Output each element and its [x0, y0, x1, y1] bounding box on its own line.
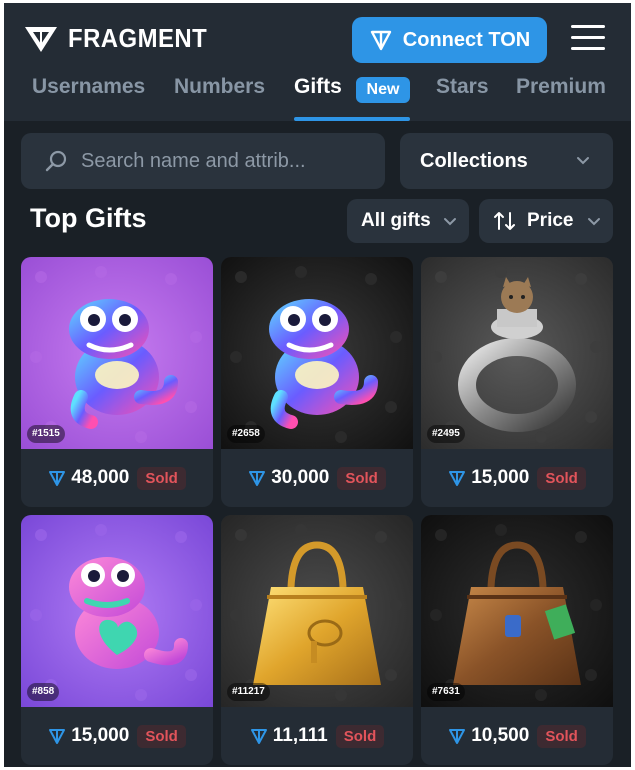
- gift-price-value: 10,500: [471, 725, 530, 746]
- search-icon: [45, 150, 67, 172]
- ton-icon: [370, 30, 391, 51]
- gift-number: #11217: [227, 683, 270, 701]
- ton-icon: [49, 729, 66, 744]
- gift-number: #7631: [427, 683, 465, 701]
- sort-icon: [494, 212, 515, 230]
- gift-card[interactable]: #11217 11,111 Sold: [221, 515, 413, 765]
- search-box[interactable]: [21, 133, 385, 189]
- logo-text: FRAGMENT: [68, 23, 208, 53]
- plush-pepe-image: [221, 257, 413, 449]
- tab-numbers[interactable]: Numbers: [174, 75, 265, 99]
- gift-card[interactable]: #2495 15,000 Sold: [421, 257, 613, 507]
- tab-premium[interactable]: Premium: [516, 75, 606, 99]
- gift-price-value: 11,111: [272, 725, 328, 746]
- gift-price-value: 30,000: [271, 467, 330, 488]
- tab-stars[interactable]: Stars: [436, 75, 489, 99]
- nav-tabs: Usernames Numbers Gifts New Stars Premiu…: [4, 69, 631, 121]
- sold-badge: Sold: [537, 466, 586, 490]
- gift-card[interactable]: #1515 48,000 Sold: [21, 257, 213, 507]
- chevron-down-icon: [444, 218, 456, 226]
- section-title: Top Gifts: [30, 203, 147, 233]
- gift-price: 10,500: [448, 725, 529, 747]
- app-frame: FRAGMENT Connect TON Usernames Numbers G…: [4, 3, 631, 767]
- ton-icon: [449, 729, 466, 744]
- header: FRAGMENT Connect TON Usernames Numbers G…: [4, 3, 631, 121]
- gift-card[interactable]: #7631 10,500 Sold: [421, 515, 613, 765]
- search-input[interactable]: [81, 143, 371, 179]
- logo[interactable]: FRAGMENT: [24, 23, 219, 54]
- chevron-down-icon: [577, 157, 589, 165]
- sold-badge: Sold: [335, 724, 385, 748]
- gold-handbag-image: [221, 515, 413, 707]
- price-row: 48,000 Sold: [21, 449, 213, 507]
- connect-ton-button[interactable]: Connect TON: [352, 17, 547, 63]
- price-row: 11,111 Sold: [221, 707, 413, 765]
- ton-icon: [249, 471, 266, 486]
- price-row: 15,000 Sold: [21, 707, 213, 765]
- price-sort[interactable]: Price: [479, 199, 613, 243]
- price-row: 10,500 Sold: [421, 707, 613, 765]
- gift-number: #858: [27, 683, 60, 701]
- sold-badge: Sold: [537, 724, 586, 748]
- gift-price-value: 15,000: [471, 467, 530, 488]
- gift-card[interactable]: #2658 30,000 Sold: [221, 257, 413, 507]
- ton-icon: [49, 471, 66, 486]
- all-gifts-filter[interactable]: All gifts: [347, 199, 469, 243]
- chevron-down-icon: [588, 218, 600, 226]
- sold-badge: Sold: [337, 466, 386, 490]
- gift-number: #2495: [427, 425, 465, 443]
- gift-price: 11,111: [250, 725, 328, 747]
- gift-price-value: 48,000: [71, 467, 130, 488]
- tab-usernames[interactable]: Usernames: [32, 75, 145, 99]
- active-tab-indicator: [294, 117, 410, 121]
- sold-badge: Sold: [137, 466, 186, 490]
- gift-number: #2658: [227, 425, 265, 443]
- new-badge: New: [356, 77, 410, 103]
- tab-gifts[interactable]: Gifts: [294, 75, 342, 99]
- price-row: 30,000 Sold: [221, 449, 413, 507]
- ton-icon: [250, 729, 267, 744]
- collections-label: Collections: [420, 150, 528, 172]
- gift-number: #1515: [27, 425, 65, 443]
- gift-price-value: 15,000: [71, 725, 130, 746]
- collections-dropdown[interactable]: Collections: [400, 133, 613, 189]
- price-row: 15,000 Sold: [421, 449, 613, 507]
- pink-pepe-with-heart-image: [21, 515, 213, 707]
- gift-price: 15,000: [48, 725, 129, 747]
- ton-icon: [449, 471, 466, 486]
- gift-card[interactable]: #858 15,000 Sold: [21, 515, 213, 765]
- all-gifts-label: All gifts: [361, 210, 431, 231]
- ring-with-cat-image: [421, 257, 613, 449]
- gift-price: 15,000: [448, 467, 529, 489]
- fragment-logo-icon: [25, 26, 57, 52]
- price-sort-label: Price: [527, 210, 574, 231]
- plush-pepe-image: [21, 257, 213, 449]
- sold-badge: Sold: [137, 724, 186, 748]
- gift-price: 30,000: [248, 467, 329, 489]
- hamburger-menu-icon[interactable]: [571, 25, 605, 53]
- connect-ton-label: Connect TON: [402, 28, 531, 51]
- gift-price: 48,000: [48, 467, 129, 489]
- brown-handbag-image: [421, 515, 613, 707]
